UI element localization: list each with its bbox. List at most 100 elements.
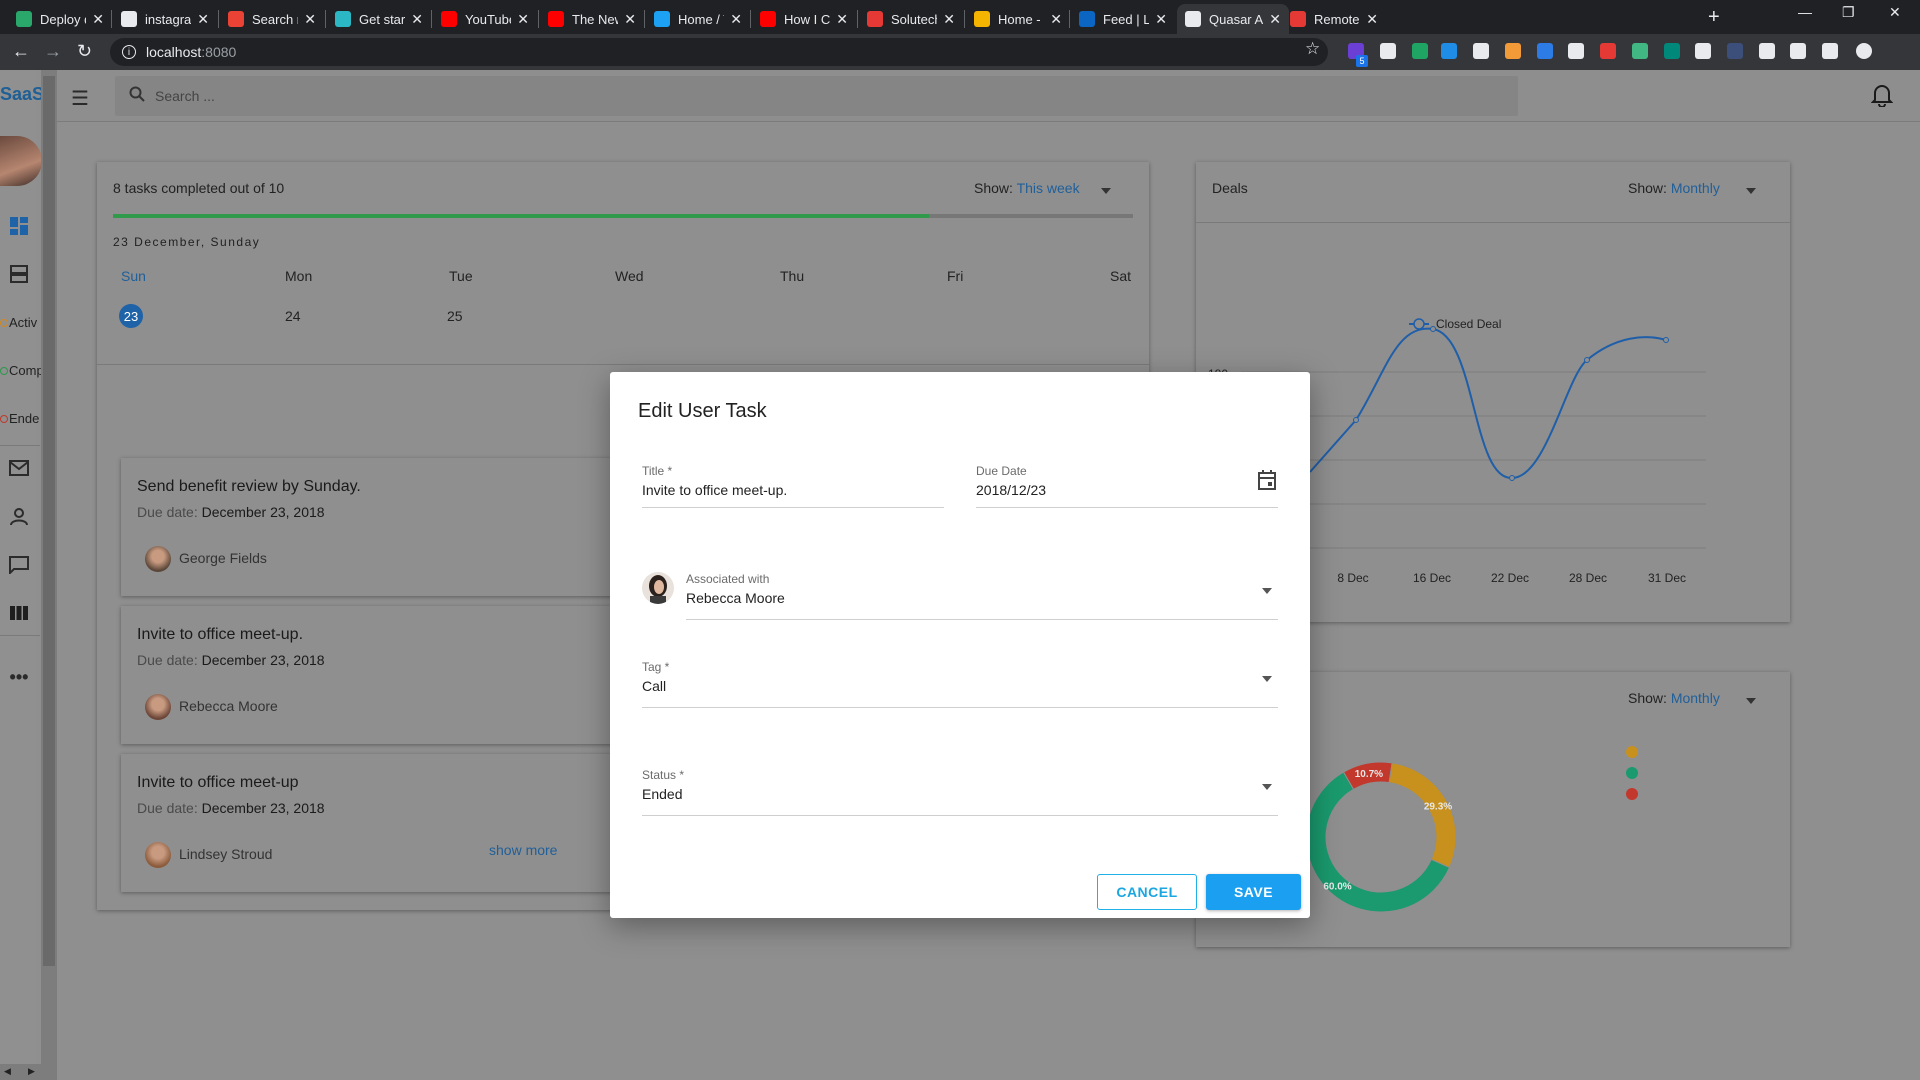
donut-show-filter[interactable]: Show: Monthly — [1628, 690, 1720, 706]
browser-tab[interactable]: Solutech Lin ✕ — [859, 4, 963, 34]
associated-with-field[interactable]: Associated with Rebecca Moore — [686, 572, 1278, 620]
donut-slice[interactable] — [1388, 762, 1457, 869]
browser-tab[interactable]: instagram-c ✕ — [113, 4, 217, 34]
person-icon[interactable] — [8, 506, 30, 528]
browser-extension-icon[interactable] — [1695, 43, 1711, 59]
cancel-button[interactable]: CANCEL — [1097, 874, 1197, 910]
donut-show-chevron-down-icon[interactable] — [1746, 698, 1756, 704]
tag-chevron-down-icon[interactable] — [1262, 676, 1272, 682]
task-card[interactable]: Invite to office meet-up. Due date: Decem… — [121, 606, 641, 744]
status-field[interactable]: Status * Ended — [642, 768, 1278, 816]
rail-status-ended[interactable]: Ende — [0, 411, 42, 426]
scroll-right-arrow-icon[interactable]: ▶ — [28, 1066, 35, 1077]
tasks-show-filter[interactable]: Show: This week — [974, 180, 1080, 196]
deals-data-point[interactable] — [1663, 337, 1669, 343]
reload-icon[interactable]: ↻ — [77, 41, 92, 62]
browser-extension-icon[interactable] — [1727, 43, 1743, 59]
associated-chevron-down-icon[interactable] — [1262, 588, 1272, 594]
deals-data-point[interactable] — [1353, 417, 1359, 423]
tab-close-icon[interactable]: ✕ — [517, 11, 529, 28]
deals-show-chevron-down-icon[interactable] — [1746, 188, 1756, 194]
tab-close-icon[interactable]: ✕ — [1155, 11, 1167, 28]
status-chevron-down-icon[interactable] — [1262, 784, 1272, 790]
browser-extension-icon[interactable] — [1412, 43, 1428, 59]
user-avatar[interactable] — [0, 136, 42, 186]
donut-legend-dot[interactable] — [1626, 767, 1638, 779]
browser-tab[interactable]: How I Creat ✕ — [752, 4, 856, 34]
tab-close-icon[interactable]: ✕ — [304, 11, 316, 28]
browser-tab[interactable]: Search resul ✕ — [220, 4, 324, 34]
weekday-label[interactable]: Thu — [780, 268, 804, 284]
url-input[interactable]: i localhost:8080 — [110, 38, 1328, 66]
browser-extension-icon[interactable] — [1441, 43, 1457, 59]
forward-icon[interactable]: → — [44, 41, 62, 62]
browser-extension-icon[interactable] — [1505, 43, 1521, 59]
browser-extension-icon[interactable] — [1790, 43, 1806, 59]
weekday-label[interactable]: Wed — [615, 268, 644, 284]
tab-close-icon[interactable]: ✕ — [943, 11, 955, 28]
show-more-link[interactable]: show more — [489, 842, 557, 858]
restore-icon[interactable]: ❐ — [1842, 4, 1855, 21]
scroll-left-arrow-icon[interactable]: ◀ — [4, 1066, 11, 1077]
tab-close-icon[interactable]: ✕ — [92, 11, 104, 28]
deals-data-point[interactable] — [1584, 357, 1590, 363]
left-scrollbar[interactable] — [41, 70, 57, 1080]
window-close-icon[interactable]: ✕ — [1889, 4, 1901, 21]
board-icon[interactable] — [8, 602, 30, 624]
tab-close-icon[interactable]: ✕ — [197, 11, 209, 28]
bookmark-star-icon[interactable]: ☆ — [1305, 39, 1320, 59]
save-button[interactable]: SAVE — [1206, 874, 1301, 910]
back-icon[interactable]: ← — [12, 41, 30, 62]
weekday-label[interactable]: Sat — [1110, 268, 1131, 284]
browser-tab[interactable]: Remote Lara ✕ — [1282, 4, 1386, 34]
weekday-label[interactable]: Fri — [947, 268, 963, 284]
chat-icon[interactable] — [8, 554, 30, 576]
menu-icon[interactable]: ☰ — [71, 86, 89, 111]
tab-close-icon[interactable]: ✕ — [1366, 11, 1378, 28]
calendar-icon[interactable] — [1258, 470, 1276, 495]
browser-tab[interactable]: Home / Twit ✕ — [646, 4, 750, 34]
weekday-label[interactable]: Mon — [285, 268, 312, 284]
rail-status-active[interactable]: Activ — [0, 315, 42, 330]
browser-extension-icon[interactable] — [1600, 43, 1616, 59]
due-date-field[interactable]: Due Date 2018/12/23 — [976, 464, 1278, 508]
donut-legend-dot[interactable] — [1626, 788, 1638, 800]
weekday-date[interactable]: 24 — [285, 308, 301, 324]
browser-tab[interactable]: The New Me ✕ — [540, 4, 644, 34]
notifications-bell-icon[interactable] — [1870, 83, 1894, 113]
browser-tab[interactable]: Deploy deta ✕ — [8, 4, 112, 34]
donut-legend-dot[interactable] — [1626, 746, 1638, 758]
mail-icon[interactable] — [8, 457, 30, 479]
browser-tab[interactable]: Quasar App ✕ — [1177, 4, 1289, 34]
browser-extension-icon[interactable] — [1759, 43, 1775, 59]
browser-extension-icon[interactable] — [1822, 43, 1838, 59]
new-tab-button[interactable]: + — [1708, 6, 1720, 29]
browser-tab[interactable]: Get started ✕ — [327, 4, 431, 34]
bottom-scrollbar[interactable]: ◀ ▶ — [0, 1064, 57, 1080]
task-card[interactable]: Send benefit review by Sunday. Due date: … — [121, 458, 641, 596]
browser-extension-icon[interactable] — [1568, 43, 1584, 59]
deals-show-filter[interactable]: Show: Monthly — [1628, 180, 1720, 196]
tasks-show-chevron-down-icon[interactable] — [1101, 188, 1111, 194]
browser-extension-icon[interactable] — [1380, 43, 1396, 59]
weekday-date[interactable]: 25 — [447, 308, 463, 324]
tab-close-icon[interactable]: ✕ — [624, 11, 636, 28]
task-card[interactable]: Invite to office meet-up Due date: Decemb… — [121, 754, 641, 892]
deals-data-point[interactable] — [1509, 475, 1515, 481]
browser-extension-icon[interactable] — [1632, 43, 1648, 59]
browser-tab[interactable]: Feed | Linke ✕ — [1071, 4, 1175, 34]
browser-extension-icon[interactable] — [1537, 43, 1553, 59]
dashboard-icon[interactable] — [8, 215, 30, 237]
deals-data-point[interactable] — [1430, 326, 1436, 332]
tab-close-icon[interactable]: ✕ — [411, 11, 423, 28]
browser-extension-icon[interactable] — [1664, 43, 1680, 59]
rail-status-completed[interactable]: Comp — [0, 363, 42, 378]
more-icon[interactable]: ••• — [8, 666, 30, 688]
tab-close-icon[interactable]: ✕ — [1269, 11, 1281, 28]
weekday-label[interactable]: Sun — [121, 268, 146, 284]
tab-close-icon[interactable]: ✕ — [730, 11, 742, 28]
search-bar[interactable]: Search ... — [115, 76, 1518, 116]
weekday-date-badge[interactable]: 23 — [119, 304, 143, 328]
browser-tab[interactable]: YouTube ✕ — [433, 4, 537, 34]
browser-extension-icon[interactable] — [1856, 43, 1872, 59]
